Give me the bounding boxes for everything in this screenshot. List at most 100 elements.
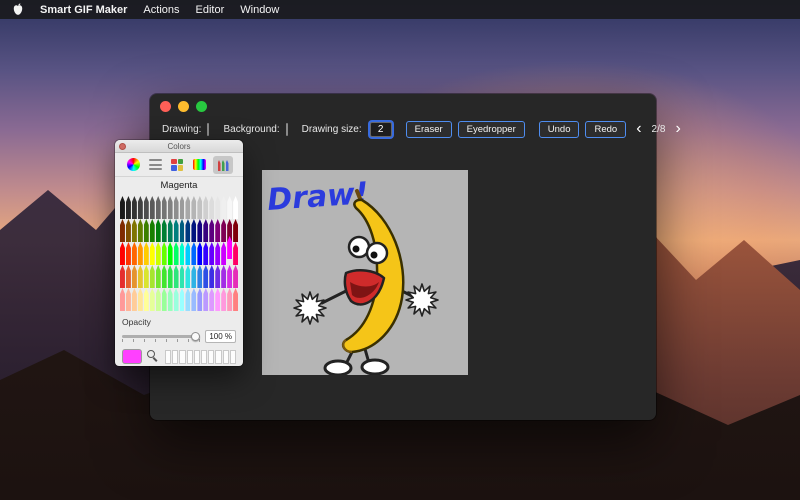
pencil-swatch[interactable] [161, 265, 167, 288]
pencil-swatch[interactable] [191, 196, 197, 219]
pencil-swatch[interactable] [173, 265, 179, 288]
background-color-swatch[interactable] [285, 122, 288, 136]
pencil-swatch[interactable] [179, 288, 185, 311]
pencil-swatch[interactable] [197, 265, 203, 288]
pencil-swatch[interactable] [131, 288, 137, 311]
pencil-swatch[interactable] [173, 196, 179, 219]
pencil-swatch[interactable] [179, 265, 185, 288]
pencil-swatch[interactable] [161, 219, 167, 242]
minimize-button[interactable] [178, 101, 189, 112]
pencil-swatch[interactable] [155, 219, 161, 242]
pencil-swatch[interactable] [203, 196, 209, 219]
pencil-swatch[interactable] [215, 265, 221, 288]
pencil-swatch[interactable] [185, 196, 191, 219]
pencil-swatch[interactable] [137, 265, 143, 288]
pencil-swatch[interactable] [173, 288, 179, 311]
opacity-slider[interactable] [122, 332, 201, 342]
pencil-swatch[interactable] [125, 242, 131, 265]
pencil-swatch[interactable] [209, 242, 215, 265]
pencil-swatch[interactable] [167, 219, 173, 242]
pencil-swatch[interactable] [143, 242, 149, 265]
pencil-swatch[interactable] [131, 196, 137, 219]
pencil-swatch[interactable] [203, 219, 209, 242]
pencil-swatch[interactable] [155, 196, 161, 219]
pencil-swatch[interactable] [125, 219, 131, 242]
pencil-swatch[interactable] [120, 242, 125, 265]
pencil-swatch[interactable] [185, 219, 191, 242]
color-wheel-tab[interactable] [125, 157, 141, 173]
pencil-swatch[interactable] [149, 265, 155, 288]
menu-app-name[interactable]: Smart GIF Maker [40, 4, 127, 16]
pencil-swatch[interactable] [227, 288, 233, 311]
pencil-swatch[interactable] [155, 242, 161, 265]
pencil-swatch[interactable] [179, 219, 185, 242]
pencil-swatch[interactable] [137, 242, 143, 265]
magnifier-icon[interactable] [147, 350, 160, 363]
pencil-swatch[interactable] [203, 288, 209, 311]
color-sliders-tab[interactable] [147, 157, 163, 173]
pencil-swatch[interactable] [215, 196, 221, 219]
pencil-swatch[interactable] [125, 288, 131, 311]
pencil-swatch[interactable] [125, 196, 131, 219]
pencil-swatch[interactable] [191, 219, 197, 242]
pencil-swatch[interactable] [215, 242, 221, 265]
menu-item-actions[interactable]: Actions [143, 4, 179, 16]
pencil-swatch[interactable] [161, 196, 167, 219]
pencil-swatch[interactable] [191, 242, 197, 265]
pencil-swatch[interactable] [221, 242, 227, 265]
color-palette-tab[interactable] [169, 157, 185, 173]
pencil-swatch[interactable] [125, 265, 131, 288]
pencil-swatch[interactable] [167, 265, 173, 288]
pencil-swatch[interactable] [221, 196, 227, 219]
pencil-swatch[interactable] [185, 288, 191, 311]
drawing-size-input[interactable] [369, 121, 392, 137]
colors-panel-titlebar[interactable]: Colors [115, 140, 243, 153]
pencil-swatch[interactable] [233, 219, 239, 242]
pencil-swatch[interactable] [185, 265, 191, 288]
eyedropper-button[interactable]: Eyedropper [457, 120, 525, 138]
menu-item-editor[interactable]: Editor [196, 4, 225, 16]
color-spectrum-tab[interactable] [191, 157, 207, 173]
pencil-swatch[interactable] [120, 196, 125, 219]
pencil-swatch[interactable] [149, 219, 155, 242]
zoom-button[interactable] [196, 101, 207, 112]
menu-item-window[interactable]: Window [240, 4, 279, 16]
pencil-swatch[interactable] [209, 265, 215, 288]
eraser-button[interactable]: Eraser [405, 120, 452, 138]
pencil-swatch[interactable] [131, 265, 137, 288]
pencil-swatch[interactable] [233, 196, 239, 219]
pencil-swatch[interactable] [143, 196, 149, 219]
pencil-swatch[interactable] [209, 219, 215, 242]
pencil-swatch[interactable] [167, 288, 173, 311]
pencil-swatch[interactable] [197, 219, 203, 242]
redo-button[interactable]: Redo [585, 120, 627, 138]
pencil-swatch[interactable] [120, 288, 125, 311]
pencil-swatch[interactable] [191, 265, 197, 288]
pencil-swatch[interactable] [227, 265, 233, 288]
pencil-swatch[interactable] [233, 242, 239, 265]
pencil-swatch[interactable] [179, 242, 185, 265]
pencil-swatch[interactable] [233, 265, 239, 288]
pencil-swatch[interactable] [221, 265, 227, 288]
pencil-swatch[interactable] [173, 242, 179, 265]
pencil-swatch[interactable] [215, 288, 221, 311]
pencil-swatch[interactable] [137, 288, 143, 311]
pencil-swatch[interactable] [137, 196, 143, 219]
pencil-swatch[interactable] [137, 219, 143, 242]
pencil-swatch[interactable] [149, 196, 155, 219]
pencil-swatch[interactable] [221, 219, 227, 242]
pencil-swatch[interactable] [161, 288, 167, 311]
pencil-swatch[interactable] [191, 288, 197, 311]
pencil-swatch[interactable] [221, 288, 227, 311]
pencil-swatch[interactable] [227, 196, 233, 219]
pencil-swatch[interactable] [215, 219, 221, 242]
pencil-swatch[interactable] [143, 288, 149, 311]
color-pencils-tab[interactable] [213, 155, 233, 174]
pencil-swatch[interactable] [197, 242, 203, 265]
pencil-swatch[interactable] [120, 265, 125, 288]
pencil-swatch[interactable] [167, 196, 173, 219]
pencil-swatch[interactable] [161, 242, 167, 265]
pencil-swatch[interactable] [131, 219, 137, 242]
undo-button[interactable]: Undo [538, 120, 580, 138]
pencil-swatch[interactable] [203, 265, 209, 288]
